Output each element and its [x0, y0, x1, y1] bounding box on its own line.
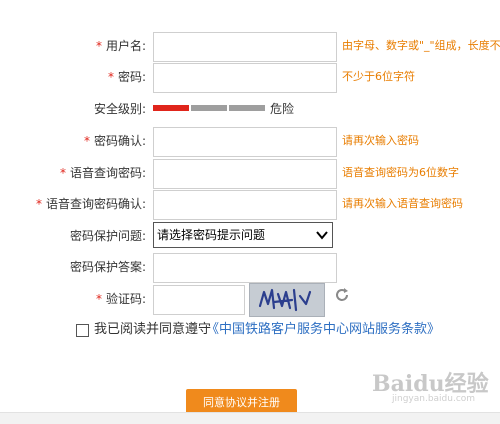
baidu-watermark-url: jingyan.baidu.com — [392, 394, 476, 404]
security-question-row: 密码保护问题: 请选择密码提示问题 — [0, 222, 500, 250]
strength-text: 危险 — [270, 102, 295, 116]
agreement-text: 我已阅读并同意遵守 — [94, 322, 212, 337]
required-mark: * — [59, 166, 66, 180]
chevron-down-icon — [316, 231, 328, 240]
refresh-icon[interactable] — [334, 287, 350, 303]
strength-segment-1 — [153, 105, 189, 111]
required-mark: * — [35, 197, 42, 211]
username-input[interactable] — [153, 32, 337, 62]
required-mark: * — [95, 292, 102, 306]
page-bottom-edge — [0, 412, 500, 424]
confirm-password-row: * 密码确认: 请再次输入密码 — [0, 127, 500, 157]
voice-password-confirm-label: * 语音查询密码确认: — [35, 197, 146, 211]
password-input[interactable] — [153, 63, 337, 93]
voice-password-confirm-row: * 语音查询密码确认: 请再次输入语音查询密码 — [0, 190, 500, 220]
required-mark: * — [83, 134, 90, 148]
captcha-input[interactable] — [153, 285, 245, 315]
voice-password-row: * 语音查询密码: 语音查询密码为6位数字 — [0, 159, 500, 189]
security-level-label: 安全级别: — [93, 102, 146, 116]
captcha-image[interactable] — [249, 283, 325, 317]
captcha-row: * 验证码: — [0, 283, 500, 317]
security-level-row: 安全级别: 危险 — [0, 95, 500, 123]
voice-password-confirm-hint: 请再次输入语音查询密码 — [342, 197, 463, 210]
required-mark: * — [95, 39, 102, 53]
confirm-password-input[interactable] — [153, 127, 337, 157]
voice-password-label: * 语音查询密码: — [59, 166, 146, 180]
username-hint: 由字母、数字或"_"组成，长度不少 — [342, 39, 500, 52]
confirm-password-hint: 请再次输入密码 — [342, 134, 419, 147]
security-question-select[interactable]: 请选择密码提示问题 — [153, 222, 333, 248]
security-answer-label: 密码保护答案: — [69, 260, 146, 274]
security-answer-input[interactable] — [153, 253, 337, 283]
security-answer-row: 密码保护答案: — [0, 253, 500, 283]
required-mark: * — [107, 70, 114, 84]
captcha-label: * 验证码: — [95, 292, 146, 306]
confirm-password-label: * 密码确认: — [83, 134, 146, 148]
captcha-scribble — [258, 288, 312, 312]
password-row: * 密码: 不少于6位字符 — [0, 63, 500, 93]
voice-password-hint: 语音查询密码为6位数字 — [342, 166, 459, 179]
agreement-checkbox[interactable] — [76, 324, 89, 337]
security-question-label: 密码保护问题: — [69, 229, 146, 243]
security-question-value: 请选择密码提示问题 — [157, 228, 266, 242]
password-label: * 密码: — [107, 70, 146, 84]
strength-segment-2 — [191, 105, 227, 111]
username-row: * 用户名: 由字母、数字或"_"组成，长度不少 — [0, 32, 500, 62]
voice-password-input[interactable] — [153, 159, 337, 189]
username-label: * 用户名: — [95, 39, 146, 53]
strength-segment-3 — [229, 105, 265, 111]
terms-link[interactable]: 《中国铁路客户服务中心网站服务条款》 — [206, 321, 440, 339]
voice-password-confirm-input[interactable] — [153, 190, 337, 220]
password-hint: 不少于6位字符 — [342, 70, 415, 83]
